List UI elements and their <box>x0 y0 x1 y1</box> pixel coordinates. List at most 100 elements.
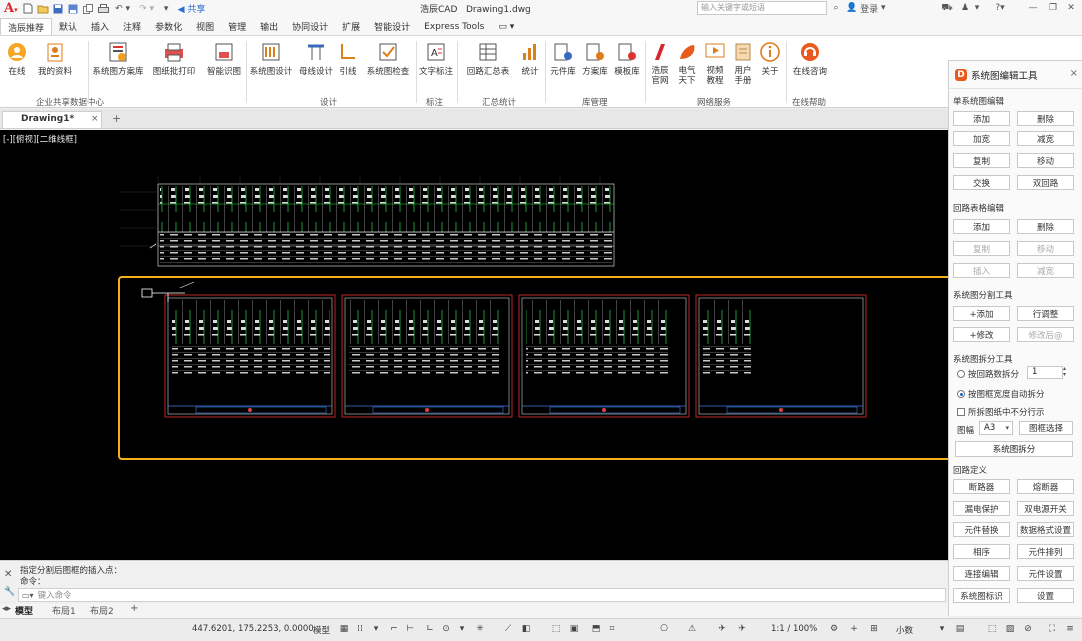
polar-icon[interactable]: ⊙ <box>440 623 452 635</box>
system-check-button[interactable]: 系统图检查 <box>364 40 412 86</box>
phase-button[interactable]: 相序 <box>953 544 1010 559</box>
minimize-icon[interactable]: — <box>1026 1 1040 15</box>
leader-button[interactable]: 引线 <box>336 40 360 86</box>
system-design-button[interactable]: 系统图设计 <box>248 40 294 86</box>
tab-express-tools[interactable]: Express Tools <box>417 18 491 35</box>
leakage-button[interactable]: 漏电保护 <box>953 501 1010 516</box>
tab-parametric[interactable]: 参数化 <box>148 18 189 35</box>
hardware-accel-icon[interactable]: ⬚ <box>986 623 998 635</box>
account-icon[interactable]: ♟ <box>958 1 972 15</box>
fullscreen-icon[interactable]: ⛶ <box>1046 623 1058 635</box>
my-data-button[interactable]: 我的资料 <box>34 40 76 86</box>
lineweight-icon[interactable]: ⟋ <box>502 623 514 635</box>
system-mark-button[interactable]: 系统图标识 <box>953 588 1010 603</box>
s2-delete-button[interactable]: 删除 <box>1017 219 1074 234</box>
tab-layout2[interactable]: 布局2 <box>90 604 114 617</box>
polar-dropdown-icon[interactable]: ▾ <box>456 623 468 635</box>
component-settings-button[interactable]: 元件设置 <box>1017 566 1074 581</box>
settings-button[interactable]: 设置 <box>1017 588 1074 603</box>
s1-swap-button[interactable]: 交换 <box>953 175 1010 190</box>
search-input[interactable]: 输入关键字或短语 <box>697 1 827 15</box>
user-login[interactable]: 👤 登录 ▾ <box>846 1 896 15</box>
search-icon[interactable]: ⌕ <box>830 1 842 15</box>
tab-nav-icon[interactable]: ◂▸ <box>2 604 11 614</box>
command-close-icon[interactable]: ✕ <box>4 569 12 580</box>
transparency-icon[interactable]: ◧ <box>520 623 532 635</box>
account-dropdown-icon[interactable]: ▾ <box>972 1 982 15</box>
s1-move-button[interactable]: 移动 <box>1017 153 1074 168</box>
component-arrange-button[interactable]: 元件排列 <box>1017 544 1074 559</box>
s2-narrow-button[interactable]: 减宽 <box>1017 263 1074 278</box>
tab-default[interactable]: 默认 <box>52 18 84 35</box>
annotation-scale[interactable]: 1:1 / 100% <box>771 624 817 634</box>
s2-copy-button[interactable]: 复制 <box>953 241 1010 256</box>
3d-osnap-icon[interactable]: ▣ <box>568 623 580 635</box>
grid-icon[interactable]: ▦ <box>338 623 350 635</box>
tab-smart-design[interactable]: 智能设计 <box>367 18 417 35</box>
no-row-checkbox[interactable]: 所拆图纸中不分行示 <box>957 406 1045 418</box>
s3-add-button[interactable]: +添加 <box>953 306 1010 321</box>
text-annotate-button[interactable]: A 文字标注 <box>418 40 454 86</box>
customize-icon[interactable]: ≡ <box>1064 623 1076 635</box>
snap-dropdown-icon[interactable]: ▾ <box>370 623 382 635</box>
cart-icon[interactable]: ⛟ <box>940 1 954 15</box>
units-selector[interactable]: 小数 <box>896 624 913 636</box>
dynamic-ucs-icon[interactable]: ⬒ <box>590 623 602 635</box>
close-tab-icon[interactable]: × <box>91 112 99 127</box>
dynamic-input-icon[interactable]: ⊢ <box>404 623 416 635</box>
electric-world-button[interactable]: 电气天下 <box>674 40 700 86</box>
count-stepper-icon[interactable]: ▴ ▾ <box>1063 366 1066 378</box>
add-tab-icon[interactable]: + <box>112 112 121 125</box>
tab-view[interactable]: 视图 <box>189 18 221 35</box>
s3-row-adjust-button[interactable]: 行调整 <box>1017 306 1074 321</box>
command-menu-icon[interactable]: ▭▾ <box>22 591 34 600</box>
save-icon[interactable] <box>52 2 65 15</box>
s1-add-button[interactable]: 添加 <box>953 111 1010 126</box>
add-icon[interactable]: + <box>848 623 860 635</box>
help-icon[interactable]: ?▾ <box>988 1 1012 15</box>
lock-ui-icon[interactable]: ▨ <box>1004 623 1016 635</box>
ortho-icon[interactable]: ∟ <box>424 623 436 635</box>
online-consult-button[interactable]: 在线咨询 <box>790 40 830 86</box>
gizmo-icon[interactable]: ⎔ <box>658 623 670 635</box>
dropdown-icon[interactable]: ▾ <box>160 2 173 15</box>
batch-print-button[interactable]: 图纸批打印 <box>150 40 198 86</box>
command-settings-icon[interactable]: 🔧 <box>4 587 15 597</box>
connect-edit-button[interactable]: 连接编辑 <box>953 566 1010 581</box>
object-snap-icon[interactable]: ✳ <box>474 623 486 635</box>
template-library-button[interactable]: 模板库 <box>612 40 642 86</box>
tab-annotate[interactable]: 注释 <box>116 18 148 35</box>
circuit-count-input[interactable]: 1 <box>1027 366 1063 379</box>
undo-icon[interactable]: ↶ ▾ <box>112 2 134 15</box>
open-file-icon[interactable] <box>37 2 50 15</box>
s2-add-button[interactable]: 添加 <box>953 219 1010 234</box>
frame-size-select[interactable]: A3 ▾ <box>979 421 1013 435</box>
s1-delete-button[interactable]: 删除 <box>1017 111 1074 126</box>
data-format-button[interactable]: 数据格式设置 <box>1017 522 1074 537</box>
circuit-summary-button[interactable]: 回路汇总表 <box>459 40 517 86</box>
copy-icon[interactable] <box>82 2 95 15</box>
command-input[interactable]: ▭▾ 键入命令 <box>18 588 946 602</box>
app-logo-icon[interactable]: A▾ <box>0 1 21 16</box>
s3-modify-after-button[interactable]: 修改后@ <box>1017 327 1074 342</box>
s1-copy-button[interactable]: 复制 <box>953 153 1010 168</box>
annotation-visibility-icon[interactable]: ⚠ <box>686 623 698 635</box>
share-button[interactable]: ◀ 共享 <box>178 2 206 15</box>
frame-select-button[interactable]: 图框选择 <box>1019 421 1073 435</box>
scheme-lib-button[interactable]: 方案库 <box>580 40 610 86</box>
s2-move-button[interactable]: 移动 <box>1017 241 1074 256</box>
system-split-button[interactable]: 系统图拆分 <box>955 441 1073 457</box>
tab-collaborate[interactable]: 协同设计 <box>285 18 335 35</box>
statistics-button[interactable]: 统计 <box>518 40 542 86</box>
breaker-button[interactable]: 断路器 <box>953 479 1010 494</box>
online-button[interactable]: 在线 <box>4 40 30 86</box>
selection-cycle-icon[interactable]: ⬚ <box>550 623 562 635</box>
snap-icon[interactable]: ⁞⁞ <box>354 623 366 635</box>
clean-screen-icon[interactable]: ⊘ <box>1022 623 1034 635</box>
tab-more[interactable]: ▭ ▾ <box>491 18 521 35</box>
tab-insert[interactable]: 插入 <box>84 18 116 35</box>
split-by-frame-radio[interactable]: 按图框宽度自动拆分 <box>957 388 1045 400</box>
document-tab-drawing1[interactable]: Drawing1* × <box>2 111 102 128</box>
s1-widen-button[interactable]: 加宽 <box>953 131 1010 146</box>
split-by-count-radio[interactable]: 按回路数拆分 <box>957 368 1019 380</box>
